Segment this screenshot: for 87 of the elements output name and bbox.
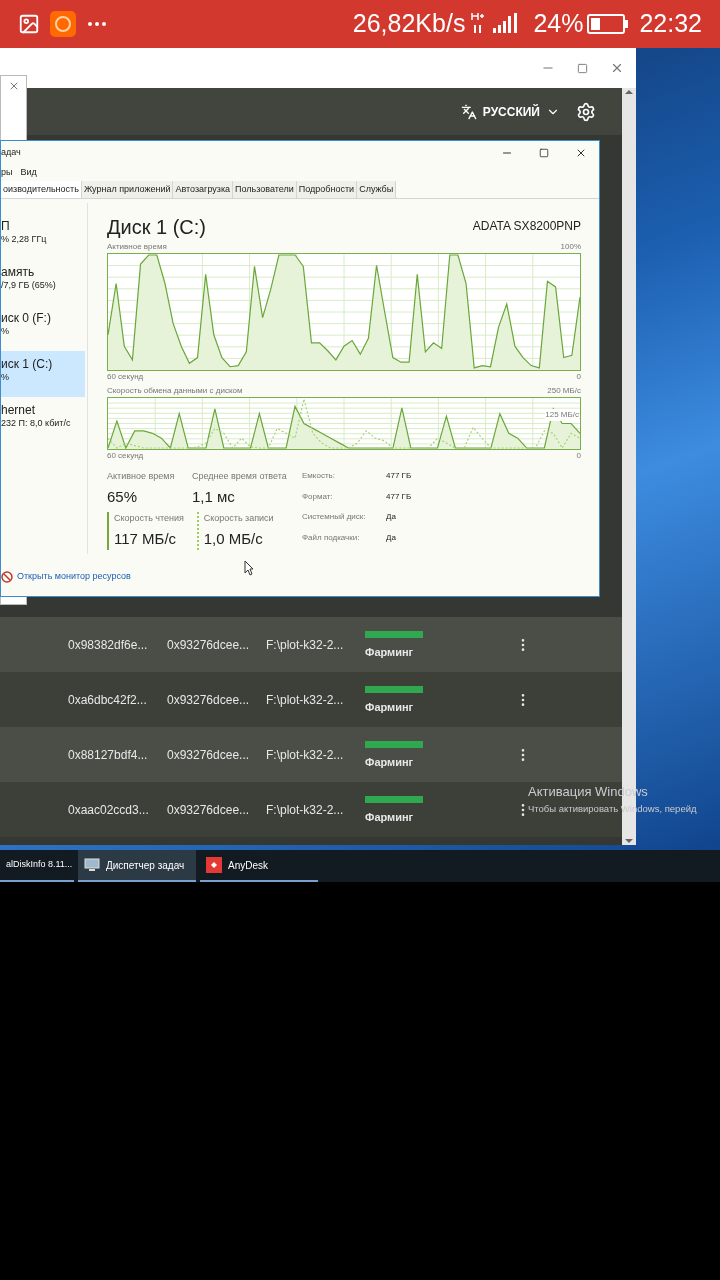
- resource-monitor-link[interactable]: Открыть монитор ресурсов: [17, 570, 131, 584]
- table-cell-text: 0x98382df6e...: [68, 636, 149, 654]
- device-name: амять: [1, 265, 36, 279]
- axis-label: 125 МБ/с: [545, 409, 579, 421]
- taskbar-item[interactable]: AnyDesk: [200, 850, 318, 882]
- device-item[interactable]: hernet 232 П: 8,0 кбит/с: [1, 397, 85, 443]
- monitor-icon: [84, 858, 100, 872]
- table-cell-text: 0xaac02ccd3...: [68, 801, 150, 819]
- maximize-icon[interactable]: [539, 147, 549, 158]
- device-detail: /7,9 ГБ (65%): [1, 279, 57, 291]
- stat-value: 1,1 мс: [192, 486, 236, 507]
- table-cell-text: 0x93276dcee...: [167, 636, 251, 654]
- app-icon: [50, 11, 76, 37]
- device-item[interactable]: П % 2,28 ГГц: [1, 213, 85, 259]
- axis-label: 0: [576, 371, 581, 383]
- table-cell-text: 0x93276dcee...: [167, 801, 251, 819]
- status-label: Фарминг: [365, 644, 415, 660]
- table-cell-text: F:\plot-k32-2...: [266, 801, 345, 819]
- gallery-icon: [18, 13, 40, 35]
- tab[interactable]: Пользователи: [233, 181, 297, 198]
- stat-label: Скорость записи: [203, 512, 275, 525]
- table-cell-text: 0x93276dcee...: [167, 746, 251, 764]
- graph-label: Активное время: [107, 241, 167, 253]
- device-detail: %: [1, 371, 10, 383]
- property-value: 477 ГБ: [386, 470, 412, 482]
- tab[interactable]: Автозагрузка: [173, 181, 234, 198]
- stat-value: 1,0 МБ/с: [203, 528, 264, 549]
- device-detail: %: [1, 325, 10, 337]
- property-label: Системный диск:: [302, 511, 367, 523]
- disk-heading: Диск 1 (C:): [107, 215, 207, 239]
- axis-label: 60 секунд: [107, 371, 144, 383]
- stat-label: Скорость чтения: [114, 512, 185, 525]
- device-name: hernet: [1, 403, 37, 417]
- tab[interactable]: Службы: [357, 181, 397, 198]
- device-name: иск 1 (C:): [1, 357, 54, 371]
- battery-icon: [587, 14, 630, 34]
- network-speed: 26,82Kb/s: [352, 8, 466, 40]
- window-title: адач: [1, 145, 21, 159]
- table-cell-text: 0x88127bdf4...: [68, 746, 149, 764]
- table-cell-text: F:\plot-k32-2...: [266, 636, 345, 654]
- status-label: Фарминг: [365, 754, 415, 770]
- taskbar-item[interactable]: alDiskInfo 8.11...: [0, 850, 74, 882]
- diamond-logo-icon: [206, 857, 222, 873]
- stat-label: Активное время: [107, 470, 176, 483]
- disk-model: ADATA SX8200PNP: [472, 218, 581, 235]
- axis-label: 0: [576, 450, 581, 462]
- device-detail: % 2,28 ГГц: [1, 233, 48, 245]
- table-cell-text: 0x93276dcee...: [167, 691, 251, 709]
- translate-icon: [460, 103, 477, 120]
- stat-value: 117 МБ/с: [114, 528, 178, 549]
- table-cell-text: F:\plot-k32-2...: [266, 691, 345, 709]
- menu-item[interactable]: ры: [1, 165, 13, 180]
- menu-item[interactable]: Вид: [20, 165, 37, 180]
- language-button[interactable]: РУССКИЙ: [460, 102, 560, 121]
- maximize-icon[interactable]: [577, 62, 588, 74]
- tab[interactable]: Подробности: [296, 181, 358, 198]
- taskbar-item[interactable]: Диспетчер задач: [78, 850, 196, 882]
- property-value: 477 ГБ: [386, 490, 412, 503]
- property-value: Да: [386, 511, 397, 523]
- device-name: П: [1, 219, 11, 233]
- battery-percent: 24%: [533, 8, 584, 40]
- device-item[interactable]: иск 0 (F:) %: [1, 305, 85, 351]
- device-name: иск 0 (F:): [1, 311, 52, 325]
- axis-label: 60 секунд: [107, 450, 144, 462]
- property-label: Файл подкачки:: [302, 531, 361, 544]
- table-cell-text: F:\plot-k32-2...: [266, 746, 345, 764]
- device-item[interactable]: амять /7,9 ГБ (65%): [1, 259, 85, 305]
- property-label: Формат:: [302, 490, 334, 503]
- property-label: Емкость:: [302, 470, 336, 482]
- stat-value: 65%: [107, 486, 139, 507]
- stat-label: Среднее время ответа: [192, 470, 288, 483]
- no-entry-icon: [1, 571, 13, 583]
- axis-label: 250 МБ/с: [547, 385, 581, 397]
- device-item[interactable]: иск 1 (C:) %: [1, 351, 85, 397]
- tab[interactable]: Журнал приложений: [81, 181, 174, 198]
- more-icon: [88, 22, 106, 26]
- tab[interactable]: оизводительность: [1, 181, 82, 198]
- graph-label: Скорость обмена данными с диском: [107, 385, 243, 397]
- table-cell-text: 0xa6dbc42f2...: [68, 691, 148, 709]
- status-label: Фарминг: [365, 809, 415, 825]
- axis-label: 100%: [560, 241, 581, 253]
- device-detail: 232 П: 8,0 кбит/с: [1, 417, 72, 429]
- status-label: Фарминг: [365, 699, 415, 715]
- clock: 22:32: [639, 8, 702, 40]
- property-value: Да: [386, 531, 397, 544]
- settings-icon[interactable]: [576, 101, 596, 122]
- mouse-cursor-icon: [244, 560, 254, 576]
